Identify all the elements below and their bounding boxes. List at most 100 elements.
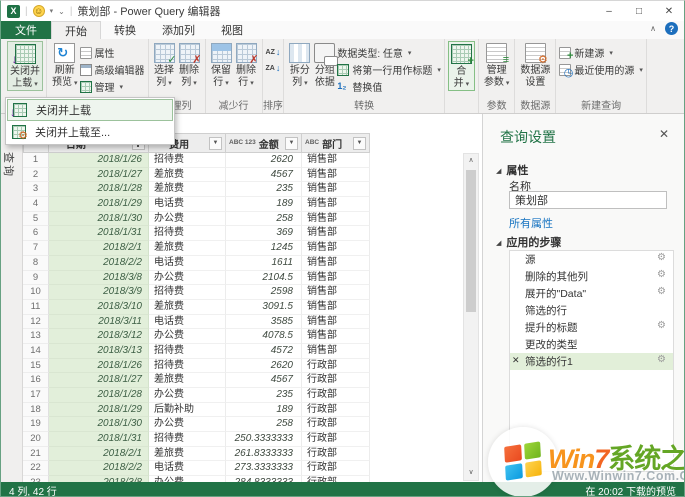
filter-button[interactable]: ▼ — [209, 137, 222, 150]
remove-columns-button[interactable]: ✗ 删除 列 — [177, 41, 202, 89]
cell-dept[interactable]: 销售部 — [302, 197, 370, 212]
cell-date[interactable]: 2018/1/28 — [49, 388, 149, 403]
cell-fee[interactable]: 招待费 — [149, 359, 226, 374]
cell-dept[interactable]: 行政部 — [302, 417, 370, 432]
panel-close-icon[interactable]: ✕ — [659, 127, 669, 141]
refresh-preview-button[interactable]: 刷新 预览 — [50, 41, 80, 89]
cell-amount[interactable]: 4567 — [226, 373, 302, 388]
cell-dept[interactable]: 销售部 — [302, 241, 370, 256]
cell-dept[interactable]: 销售部 — [302, 226, 370, 241]
cell-dept[interactable]: 行政部 — [302, 388, 370, 403]
all-properties-link[interactable]: 所有属性 — [509, 215, 553, 231]
cell-date[interactable]: 2018/1/27 — [49, 373, 149, 388]
filter-button[interactable]: ▼ — [285, 137, 298, 150]
cell-dept[interactable]: 销售部 — [302, 271, 370, 286]
cell-fee[interactable]: 差旅费 — [149, 300, 226, 315]
cell-date[interactable]: 2018/1/31 — [49, 226, 149, 241]
cell-fee[interactable]: 差旅费 — [149, 373, 226, 388]
applied-step[interactable]: 删除的其他列⚙ — [510, 268, 673, 285]
data-source-settings-button[interactable]: ⚙ 数据源 设置 — [518, 41, 552, 89]
choose-columns-button[interactable]: ✓ 选择 列 — [152, 41, 177, 89]
cell-date[interactable]: 2018/3/9 — [49, 285, 149, 300]
step-settings-gear-icon[interactable]: ⚙ — [657, 269, 666, 280]
cell-dept[interactable]: 行政部 — [302, 432, 370, 447]
cell-fee[interactable]: 招待费 — [149, 285, 226, 300]
cell-date[interactable]: 2018/3/11 — [49, 315, 149, 330]
cell-date[interactable]: 2018/1/29 — [49, 403, 149, 418]
tab-home[interactable]: 开始 — [51, 21, 101, 39]
cell-amount[interactable]: 235 — [226, 182, 302, 197]
split-column-button[interactable]: 拆分 列 — [287, 41, 312, 89]
cell-amount[interactable]: 189 — [226, 197, 302, 212]
step-settings-gear-icon[interactable]: ⚙ — [657, 252, 666, 263]
cell-dept[interactable]: 销售部 — [302, 153, 370, 168]
close-button[interactable]: ✕ — [654, 1, 684, 21]
cell-date[interactable]: 2018/3/12 — [49, 329, 149, 344]
cell-fee[interactable]: 办公费 — [149, 212, 226, 227]
cell-fee[interactable]: 办公费 — [149, 417, 226, 432]
cell-amount[interactable]: 2620 — [226, 153, 302, 168]
query-name-input[interactable] — [509, 191, 667, 209]
row-number[interactable]: 20 — [23, 432, 49, 447]
keep-rows-button[interactable]: 保留 行 — [209, 41, 234, 89]
sort-descending-button[interactable]: ZA↓ — [266, 61, 281, 75]
cell-date[interactable]: 2018/3/13 — [49, 344, 149, 359]
cell-fee[interactable]: 办公费 — [149, 329, 226, 344]
applied-step[interactable]: ✕筛选的行1⚙ — [510, 353, 673, 370]
column-header-amount[interactable]: ABC 123 金额 ▼ — [226, 133, 302, 153]
cell-date[interactable]: 2018/1/31 — [49, 432, 149, 447]
cell-dept[interactable]: 行政部 — [302, 359, 370, 374]
step-settings-gear-icon[interactable]: ⚙ — [657, 354, 666, 365]
cell-dept[interactable]: 行政部 — [302, 447, 370, 462]
row-number[interactable]: 4 — [23, 197, 49, 212]
cell-dept[interactable]: 销售部 — [302, 256, 370, 271]
cell-amount[interactable]: 1611 — [226, 256, 302, 271]
cell-amount[interactable]: 2620 — [226, 359, 302, 374]
advanced-editor-button[interactable]: 高级编辑器 — [80, 61, 145, 78]
cell-dept[interactable]: 销售部 — [302, 329, 370, 344]
row-number[interactable]: 18 — [23, 403, 49, 418]
tab-file[interactable]: 文件 — [1, 21, 51, 39]
cell-date[interactable]: 2018/1/30 — [49, 212, 149, 227]
cell-amount[interactable]: 3091.5 — [226, 300, 302, 315]
smiley-feedback-icon[interactable]: ☺ — [33, 5, 45, 17]
help-icon[interactable]: ? — [665, 22, 678, 35]
cell-amount[interactable]: 4567 — [226, 168, 302, 183]
applied-step[interactable]: 源⚙ — [510, 251, 673, 268]
cell-fee[interactable]: 差旅费 — [149, 241, 226, 256]
row-number[interactable]: 21 — [23, 447, 49, 462]
tab-view[interactable]: 视图 — [208, 21, 256, 39]
cell-date[interactable]: 2018/2/1 — [49, 241, 149, 256]
scrollbar-thumb[interactable] — [466, 170, 476, 312]
properties-button[interactable]: 属性 — [80, 44, 145, 61]
tab-add-column[interactable]: 添加列 — [149, 21, 208, 39]
cell-fee[interactable]: 电话费 — [149, 461, 226, 476]
cell-date[interactable]: 2018/1/26 — [49, 359, 149, 374]
menu-item[interactable]: ⚙关闭并上载至... — [7, 121, 173, 143]
row-number[interactable]: 16 — [23, 373, 49, 388]
properties-section-header[interactable]: 属性 — [496, 162, 528, 178]
cell-fee[interactable]: 差旅费 — [149, 182, 226, 197]
step-settings-gear-icon[interactable]: ⚙ — [657, 286, 666, 297]
cell-fee[interactable]: 招待费 — [149, 432, 226, 447]
cell-date[interactable]: 2018/3/10 — [49, 300, 149, 315]
cell-fee[interactable]: 招待费 — [149, 153, 226, 168]
applied-step[interactable]: 更改的类型 — [510, 336, 673, 353]
cell-amount[interactable]: 235 — [226, 388, 302, 403]
cell-date[interactable]: 2018/1/28 — [49, 182, 149, 197]
cell-dept[interactable]: 行政部 — [302, 403, 370, 418]
cell-fee[interactable]: 电话费 — [149, 197, 226, 212]
cell-dept[interactable]: 销售部 — [302, 344, 370, 359]
cell-amount[interactable]: 250.3333333 — [226, 432, 302, 447]
vertical-scrollbar[interactable]: ∧ ∨ — [463, 153, 479, 481]
cell-fee[interactable]: 差旅费 — [149, 168, 226, 183]
cell-date[interactable]: 2018/1/26 — [49, 153, 149, 168]
recent-sources-button[interactable]: ◷ 最近使用的源 — [559, 61, 643, 78]
cell-date[interactable]: 2018/1/27 — [49, 168, 149, 183]
chevron-down-icon[interactable]: ▾ — [50, 7, 54, 15]
row-number[interactable]: 10 — [23, 285, 49, 300]
new-source-button[interactable]: + 新建源 — [559, 44, 643, 61]
row-number[interactable]: 22 — [23, 461, 49, 476]
cell-dept[interactable]: 销售部 — [302, 168, 370, 183]
manage-button[interactable]: 管理 — [80, 78, 145, 95]
